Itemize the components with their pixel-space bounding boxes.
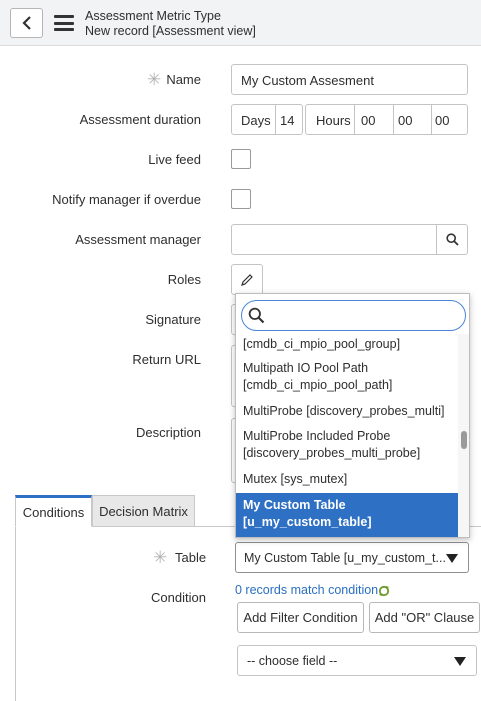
caret-down-icon	[446, 554, 458, 563]
search-icon	[248, 307, 265, 324]
option-label: MultiProbe Included Probe	[243, 429, 391, 443]
duration-label: Assessment duration	[79, 112, 201, 127]
table-dropdown-list: [cmdb_ci_mpio_pool_group] Multipath IO P…	[235, 293, 470, 538]
live-feed-label: Live feed	[148, 152, 201, 167]
mandatory-star-icon: ✳	[153, 548, 168, 567]
dropdown-option[interactable]: MultiProbe Included Probe [discovery_pro…	[236, 428, 458, 462]
assessment-manager-label: Assessment manager	[75, 232, 201, 247]
days-group: Days 14	[231, 104, 303, 135]
dropdown-option-selected[interactable]: My Custom Table [u_my_custom_table]	[236, 493, 458, 537]
table-select-value: My Custom Table [u_my_custom_t...	[244, 551, 446, 565]
refresh-icon[interactable]	[378, 585, 390, 597]
option-table-name: [discovery_probes_multi_probe]	[243, 446, 421, 460]
record-type-title: Assessment Metric Type	[85, 9, 221, 23]
chevron-left-icon	[21, 16, 31, 30]
back-button[interactable]	[10, 8, 43, 38]
description-label: Description	[135, 425, 201, 440]
signature-label: Signature	[145, 312, 201, 327]
hours-label: Hours	[316, 113, 351, 128]
dropdown-search-input[interactable]	[241, 300, 466, 331]
return-url-label: Return URL	[132, 352, 201, 367]
tab-decision-matrix[interactable]: Decision Matrix	[92, 495, 195, 527]
condition-label: Condition	[151, 590, 206, 605]
add-or-clause-button[interactable]: Add "OR" Clause	[369, 602, 480, 633]
hours-input[interactable]: 00	[361, 113, 375, 128]
pencil-icon	[241, 273, 253, 286]
choose-field-value: -- choose field --	[247, 654, 338, 668]
choose-field-select[interactable]: -- choose field --	[237, 645, 477, 676]
search-icon	[445, 233, 459, 246]
option-table-name: [cmdb_ci_mpio_pool_path]	[243, 378, 393, 392]
notify-manager-checkbox[interactable]	[231, 189, 251, 209]
minutes-input[interactable]: 00	[398, 113, 412, 128]
records-match-link[interactable]: 0 records match condition	[235, 583, 378, 597]
option-table-name: [u_my_custom_table]	[243, 515, 372, 529]
add-filter-condition-button[interactable]: Add Filter Condition	[237, 602, 364, 633]
table-label: Table	[175, 550, 207, 565]
dropdown-option[interactable]: Multipath IO Pool Path [cmdb_ci_mpio_poo…	[236, 360, 458, 394]
option-label: Multipath IO Pool Path	[243, 361, 369, 375]
option-label: MultiProbe [discovery_probes_multi]	[243, 404, 445, 418]
days-input[interactable]: 14	[280, 113, 294, 128]
dropdown-option[interactable]: [cmdb_ci_mpio_pool_group]	[236, 336, 458, 353]
dropdown-option[interactable]: Mutex [sys_mutex]	[236, 471, 458, 488]
option-label: My Custom Table	[243, 498, 346, 512]
manager-lookup-button[interactable]	[436, 224, 468, 255]
assessment-manager-input[interactable]	[231, 224, 437, 255]
tab-panel-border	[15, 527, 16, 701]
name-value: My Custom Assesment	[241, 73, 374, 88]
record-subtitle: New record [Assessment view]	[85, 24, 256, 38]
dropdown-scrollbar-thumb[interactable]	[461, 431, 467, 449]
roles-edit-button[interactable]	[231, 264, 263, 295]
name-label: Name	[166, 72, 201, 87]
name-input[interactable]: My Custom Assesment	[231, 64, 468, 95]
table-select[interactable]: My Custom Table [u_my_custom_t...	[235, 542, 469, 573]
caret-down-icon	[454, 657, 466, 666]
dropdown-option[interactable]: MultiProbe [discovery_probes_multi]	[236, 403, 458, 420]
time-group: Hours 00 00 00	[305, 104, 468, 135]
hamburger-menu-icon[interactable]	[54, 15, 74, 31]
seconds-input[interactable]: 00	[435, 113, 449, 128]
tab-conditions[interactable]: Conditions	[15, 495, 92, 527]
option-label: [cmdb_ci_mpio_pool_group]	[243, 337, 401, 351]
roles-label: Roles	[167, 272, 201, 287]
notify-manager-label: Notify manager if overdue	[52, 192, 201, 207]
days-label: Days	[241, 113, 271, 128]
option-label: Mutex [sys_mutex]	[243, 472, 348, 486]
live-feed-checkbox[interactable]	[231, 149, 251, 169]
